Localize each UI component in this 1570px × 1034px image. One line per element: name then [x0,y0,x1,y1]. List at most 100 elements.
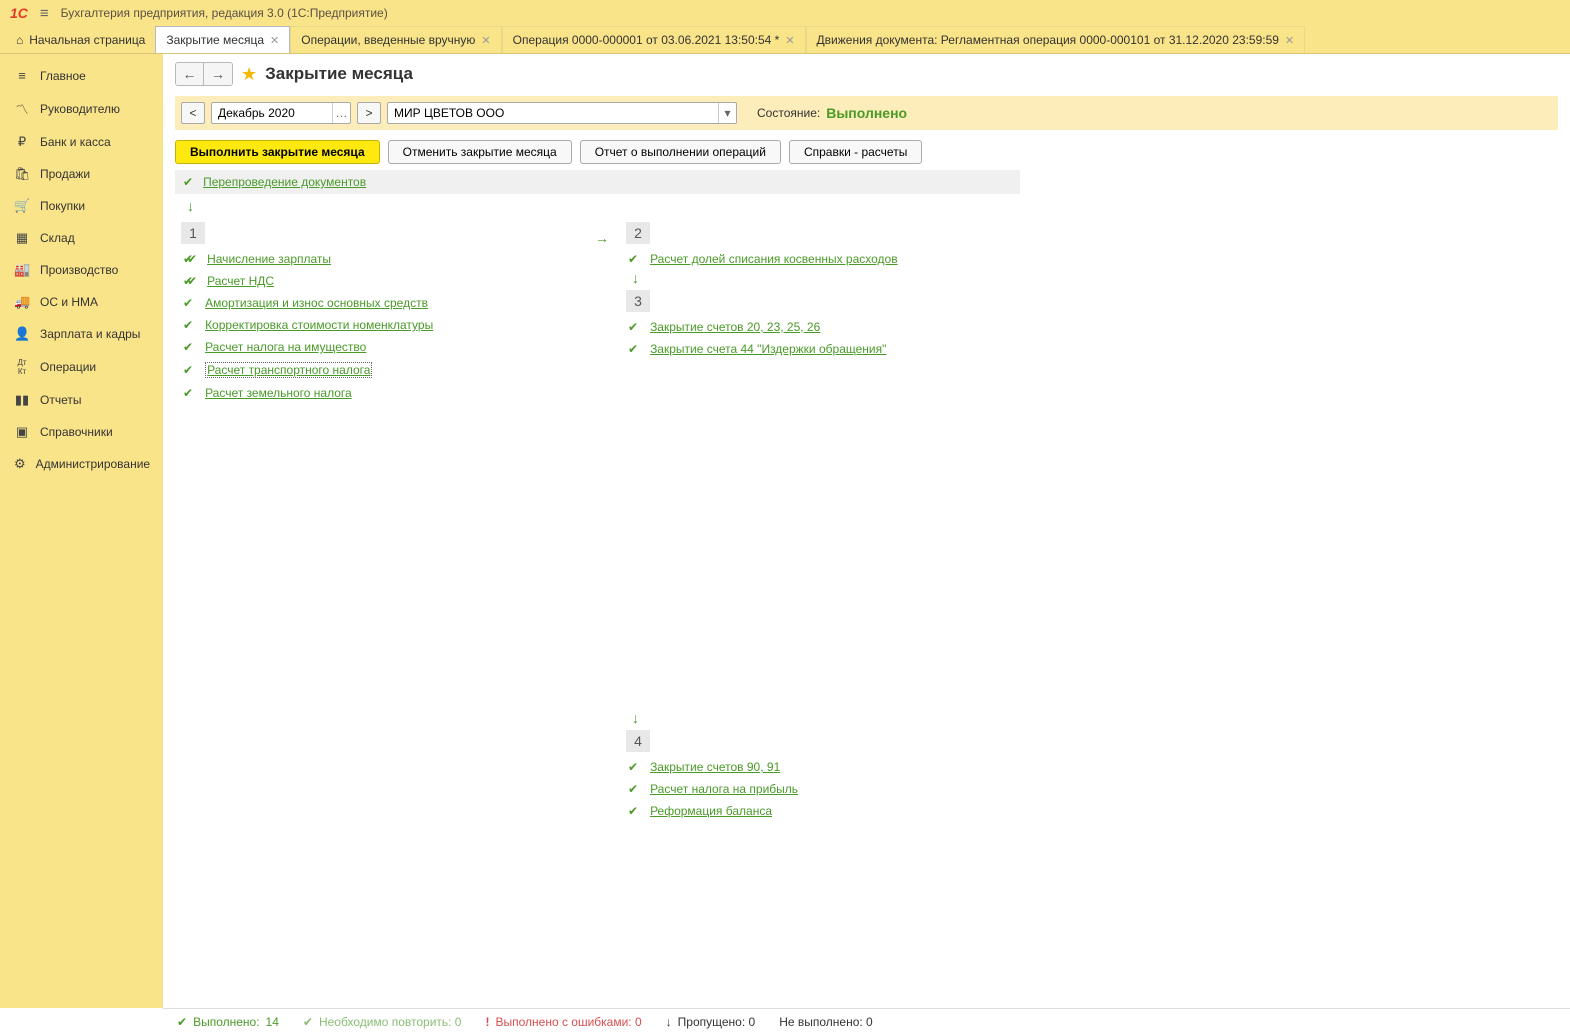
close-icon[interactable]: ✕ [785,34,794,47]
op-link[interactable]: Расчет налога на прибыль [650,782,798,796]
period-field[interactable] [212,106,332,120]
status-notdone-label: Не выполнено: 0 [779,1015,873,1029]
group-badge-1: 1 [181,222,205,244]
check-icon: ✔ [183,318,193,332]
period-prev-button[interactable]: < [181,102,205,124]
check-icon: ✔ [183,296,193,310]
period-picker-button[interactable]: … [332,103,350,123]
sidebar-item-label: Банк и касса [40,135,111,149]
op-link[interactable]: Реформация баланса [650,804,772,818]
sidebar-item-label: Зарплата и кадры [40,327,140,341]
sidebar-item-production[interactable]: 🏭Производство [0,254,163,286]
ruble-icon: ₽ [14,134,30,150]
cancel-closing-button[interactable]: Отменить закрытие месяца [388,140,572,164]
sidebar-item-operations[interactable]: ДтКтОперации [0,350,163,384]
menu-icon[interactable]: ≡ [40,5,49,22]
sidebar: ≡Главное 〽 Руководителю ₽ Банк и касса 🛍 Пр… [0,54,163,1008]
op-link[interactable]: Расчет долей списания косвенных расходов [650,252,898,266]
sidebar-item-label: Продажи [40,167,90,181]
logo-1c: 1C [10,5,28,21]
group-badge-3: 3 [626,290,650,312]
status-errors: ! Выполнено с ошибками: 0 [485,1015,641,1029]
op-link[interactable]: Закрытие счета 44 "Издержки обращения" [650,342,886,356]
sidebar-item-payroll[interactable]: 👤Зарплата и кадры [0,318,163,350]
ops-column-right: 2 ✔Расчет долей списания косвенных расхо… [620,218,1025,822]
books-icon: ▣ [14,424,30,440]
status-bar: ✔ Выполнено: 14 ✔ Необходимо повторить: … [163,1008,1570,1034]
check-icon: ✔ [628,342,638,356]
refs-button[interactable]: Справки - расчеты [789,140,922,164]
sidebar-item-purchases[interactable]: 🛒Покупки [0,190,163,222]
check-icon: ✔ [628,782,638,796]
status-done-label: Выполнено: [193,1015,259,1029]
window-titlebar: 1C ≡ Бухгалтерия предприятия, редакция 3… [0,0,1570,26]
double-check-icon: ✔✔ [183,274,191,288]
close-icon[interactable]: ✕ [481,34,490,47]
sidebar-item-label: ОС и НМА [40,295,98,309]
sidebar-item-warehouse[interactable]: ▦Склад [0,222,163,254]
sidebar-item-label: Справочники [40,425,113,439]
sidebar-item-assets[interactable]: 🚚 ОС и НМА [0,286,163,318]
sidebar-item-bank[interactable]: ₽ Банк и касса [0,126,163,158]
sidebar-item-reports[interactable]: ▮▮Отчеты [0,384,163,416]
sidebar-item-manager[interactable]: 〽 Руководителю [0,91,163,126]
op-link[interactable]: Амортизация и износ основных средств [205,296,428,310]
period-bar: < … > ▾ Состояние: Выполнено [175,96,1558,130]
report-button[interactable]: Отчет о выполнении операций [580,140,781,164]
status-label: Состояние: [757,106,820,120]
tab-closing-month[interactable]: Закрытие месяца ✕ [155,26,290,53]
org-input[interactable]: ▾ [387,102,737,124]
list-icon: ≡ [14,68,30,83]
op-link-selected[interactable]: Расчет транспортного налога [205,362,372,378]
dropdown-icon[interactable]: ▾ [718,103,736,123]
op-link[interactable]: Расчет земельного налога [205,386,352,400]
tab-label: Закрытие месяца [166,33,264,47]
gear-icon: ⚙ [14,456,26,472]
tab-operation[interactable]: Операция 0000-000001 от 03.06.2021 13:50… [502,26,806,53]
op-link[interactable]: Расчет налога на имущество [205,340,366,354]
tab-manual-ops[interactable]: Операции, введенные вручную ✕ [290,26,501,53]
run-closing-button[interactable]: Выполнить закрытие месяца [175,140,380,164]
check-icon: ✔ [303,1015,313,1029]
op-link[interactable]: Закрытие счетов 90, 91 [650,760,780,774]
cart-icon: 🛒 [14,198,30,214]
truck-icon: 🚚 [14,294,30,310]
op-link[interactable]: Расчет НДС [207,274,274,288]
error-icon: ! [485,1015,489,1029]
nav-history: ← → [175,62,233,86]
close-icon[interactable]: ✕ [270,34,279,47]
sidebar-item-admin[interactable]: ⚙ Администрирование [0,448,163,480]
close-icon[interactable]: ✕ [1285,34,1294,47]
check-icon: ✔ [628,804,638,818]
actions-row: Выполнить закрытие месяца Отменить закры… [175,140,1558,164]
sidebar-item-label: Производство [40,263,118,277]
tab-label: Движения документа: Регламентная операци… [817,33,1279,47]
bag-icon: 🛍 [14,166,30,182]
arrow-down-icon: ↓ [632,710,1025,726]
op-link-reposting[interactable]: Перепроведение документов [203,175,366,189]
star-icon[interactable]: ★ [241,64,257,85]
op-link[interactable]: Корректировка стоимости номенклатуры [205,318,433,332]
arrow-down-icon: ↓ [187,198,1558,214]
tab-home[interactable]: ⌂ Начальная страница [6,26,155,53]
arrow-down-icon: ↓ [632,270,1025,286]
bars-icon: ▮▮ [14,392,30,408]
org-field[interactable] [388,106,718,120]
status-repeat-label: Необходимо повторить: 0 [319,1015,462,1029]
period-next-button[interactable]: > [357,102,381,124]
tab-label: Операция 0000-000001 от 03.06.2021 13:50… [513,33,780,47]
tab-bar: ⌂ Начальная страница Закрытие месяца ✕ О… [0,26,1570,54]
op-link[interactable]: Закрытие счетов 20, 23, 25, 26 [650,320,820,334]
nav-forward-button[interactable]: → [204,63,232,85]
tab-doc-movements[interactable]: Движения документа: Регламентная операци… [806,26,1306,53]
sidebar-item-main[interactable]: ≡Главное [0,60,163,91]
period-input[interactable]: … [211,102,351,124]
double-check-icon: ✔✔ [183,252,191,266]
sidebar-item-label: Администрирование [36,457,150,471]
sidebar-item-label: Руководителю [40,102,120,116]
sidebar-item-refs[interactable]: ▣ Справочники [0,416,163,448]
sidebar-item-sales[interactable]: 🛍 Продажи [0,158,163,190]
nav-back-button[interactable]: ← [176,63,204,85]
chart-icon: 〽 [14,99,30,118]
op-link[interactable]: Начисление зарплаты [207,252,331,266]
